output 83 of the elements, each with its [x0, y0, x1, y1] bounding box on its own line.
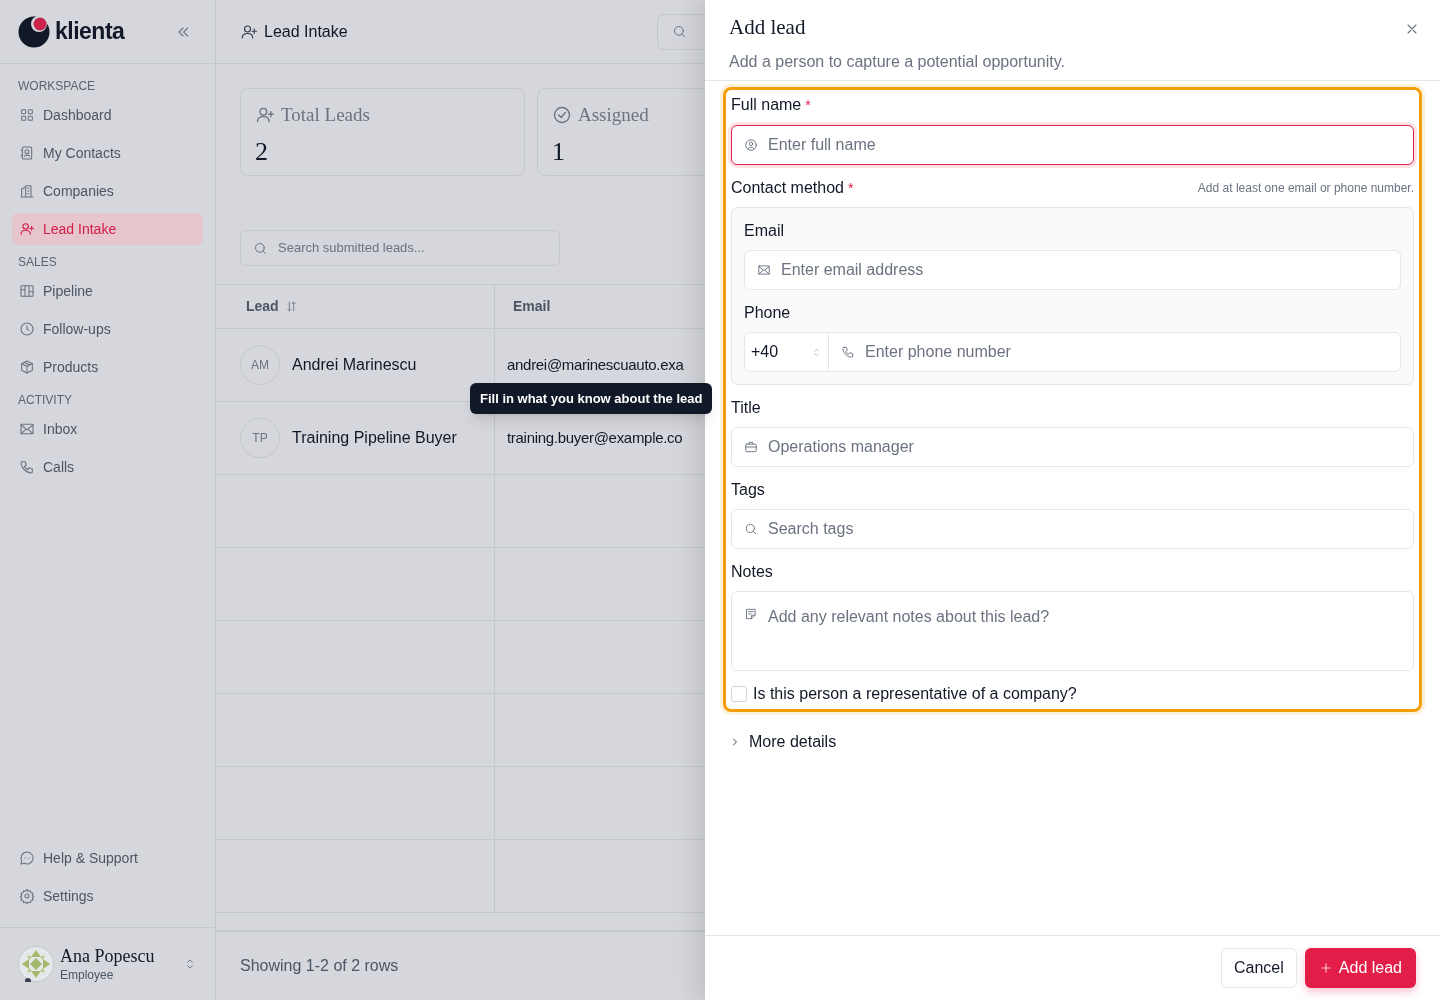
field-label: Phone	[744, 303, 791, 323]
column-header: Lead	[246, 297, 279, 316]
grid-icon	[19, 107, 35, 123]
search-icon	[253, 240, 268, 256]
notes-field[interactable]: Add any relevant notes about this lead?	[731, 591, 1414, 671]
nav-item[interactable]: Help & Support	[12, 842, 203, 874]
required-mark: *	[805, 95, 811, 115]
nav-item[interactable]: Lead Intake	[12, 213, 203, 245]
nav-item[interactable]: Dashboard	[12, 99, 203, 131]
nav-item[interactable]: Pipeline	[12, 275, 203, 307]
input-field[interactable]: Enter full name	[731, 125, 1414, 165]
page-title: Lead Intake	[264, 21, 348, 42]
pagination-summary: Showing 1-2 of 2 rows	[240, 956, 399, 976]
search-icon	[744, 522, 758, 536]
logo-icon	[18, 15, 51, 48]
field-label: Contact method	[731, 178, 844, 198]
hint-text: Add at least one email or phone number.	[1197, 180, 1414, 197]
lead-name[interactable]: Training Pipeline Buyer	[292, 426, 457, 450]
add-lead-button[interactable]: Add lead	[1304, 948, 1416, 988]
lead-name[interactable]: Andrei Marinescu	[292, 353, 417, 377]
checkbox[interactable]	[731, 686, 747, 702]
sort-icon[interactable]	[284, 300, 298, 313]
drawer-title: Add lead	[729, 14, 807, 41]
mail-icon	[757, 263, 771, 277]
field-label: Title	[731, 398, 761, 418]
section-heading: SALES	[17, 254, 58, 271]
user-circle-icon	[744, 138, 758, 152]
checkbox-label[interactable]: Is this person a representative of a company?	[753, 682, 1077, 706]
briefcase-icon	[744, 440, 758, 454]
placeholder-text: Enter full name	[768, 135, 876, 155]
placeholder-text: Search tags	[768, 519, 854, 539]
stat-label: Total Leads	[281, 103, 370, 127]
section-heading: WORKSPACE	[17, 78, 97, 95]
phone-icon	[19, 459, 35, 475]
email-cell-text: training.buyer@example.co	[507, 427, 683, 448]
section-heading: ACTIVITY	[17, 392, 73, 409]
drawer-subtitle: Add a person to capture a potential opportunity.	[729, 51, 1066, 72]
field-label: Notes	[731, 562, 773, 582]
field-label: Full name	[731, 95, 802, 115]
nav-item[interactable]: Inbox	[12, 413, 203, 445]
nav-item[interactable]: Calls	[12, 451, 203, 483]
avatar-icon	[18, 946, 54, 982]
column-header: Email	[513, 297, 551, 316]
email-cell-text: andrei@marinescuauto.exa	[507, 354, 684, 375]
stat-value: 2	[255, 135, 269, 168]
note-icon	[744, 607, 758, 621]
stat-label: Assigned	[578, 103, 649, 127]
input-field[interactable]: Enter email address	[744, 250, 1401, 290]
cancel-button[interactable]: Cancel	[1221, 948, 1297, 988]
contact-card-icon	[19, 145, 35, 161]
user-plus-icon	[240, 22, 258, 41]
search-icon	[672, 24, 687, 39]
placeholder-text: Add any relevant notes about this lead?	[768, 607, 1050, 627]
nav-item[interactable]: Settings	[12, 880, 203, 912]
board-icon	[19, 283, 35, 299]
nav-item[interactable]: Follow-ups	[12, 313, 203, 345]
field-label: Tags	[731, 480, 765, 500]
search-field[interactable]: Search submitted leads...	[240, 230, 560, 266]
nav-item[interactable]: My Contacts	[12, 137, 203, 169]
input-field[interactable]: Operations manager	[731, 427, 1414, 467]
search-placeholder: Search submitted leads...	[278, 239, 425, 258]
check-circle-icon	[552, 105, 572, 126]
clock-icon	[19, 321, 35, 337]
more-details-toggle[interactable]: More details	[729, 730, 837, 754]
field-label: Email	[744, 221, 784, 241]
nav-item[interactable]: Products	[12, 351, 203, 383]
mail-icon	[19, 421, 35, 437]
stat-value: 1	[552, 135, 566, 168]
chat-icon	[19, 850, 35, 866]
building-icon	[19, 183, 35, 199]
plus-icon	[1318, 961, 1333, 975]
tooltip: Fill in what you know about the lead	[470, 383, 713, 414]
placeholder-text: Operations manager	[768, 437, 914, 457]
brand-name: klienta	[55, 17, 125, 47]
package-icon	[19, 359, 35, 375]
input-field[interactable]: Search tags	[731, 509, 1414, 549]
settings-icon	[19, 888, 35, 904]
user-role: Employee	[60, 967, 115, 983]
user-plus-icon	[19, 221, 35, 237]
nav-item[interactable]: Companies	[12, 175, 203, 207]
required-mark: *	[847, 178, 854, 198]
user-name: Ana Popescu	[60, 945, 155, 968]
placeholder-text: Enter email address	[781, 260, 924, 280]
